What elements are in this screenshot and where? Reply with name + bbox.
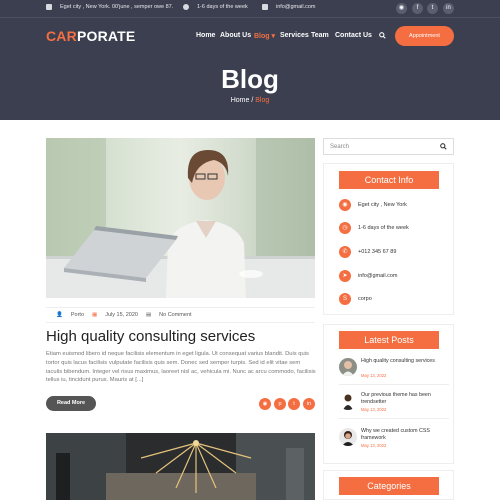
post-meta: 👤 Porto ▦ July 15, 2020 ▤ No Comment xyxy=(46,307,315,323)
post-title[interactable]: High quality consulting services xyxy=(46,328,255,345)
divider xyxy=(339,418,449,419)
comment-icon: ▤ xyxy=(145,312,152,318)
logo-accent: CAR xyxy=(46,28,77,44)
linkedin-icon[interactable]: in xyxy=(443,3,454,14)
hours-text: 1-6 days of the week xyxy=(197,4,248,10)
categories-heading: Categories xyxy=(339,477,439,495)
logo-rest: PORATE xyxy=(76,28,136,44)
post-featured-image-2[interactable] xyxy=(46,433,315,500)
contact-phone-text[interactable]: +012 345 67 89 xyxy=(358,249,396,255)
clock-icon: ◷ xyxy=(339,222,351,234)
sidebar-search-input[interactable]: Search xyxy=(323,138,454,155)
post-featured-image[interactable] xyxy=(46,138,315,298)
contact-email[interactable]: ➤ info@gmail.com xyxy=(339,270,398,282)
top-info-bar: Eget city , New York. 00'june , semper o… xyxy=(0,0,500,18)
share-rss-icon[interactable]: ◉ xyxy=(259,398,271,410)
page-title: Blog xyxy=(221,64,279,94)
mail-icon xyxy=(262,4,268,10)
email-text[interactable]: info@gmail.com xyxy=(276,4,316,10)
send-icon: ➤ xyxy=(339,270,351,282)
page-header: Eget city , New York. 00'june , semper o… xyxy=(0,0,500,120)
nav-about-us[interactable]: About Us xyxy=(220,32,251,39)
search-icon[interactable] xyxy=(379,32,386,39)
twitter-icon[interactable]: t xyxy=(427,3,438,14)
latest-post-thumbnail[interactable] xyxy=(339,392,357,410)
nav-contact-us[interactable]: Contact Us xyxy=(335,32,372,39)
post-date: July 15, 2020 xyxy=(105,312,138,318)
address-text: Eget city , New York. 00'june , semper o… xyxy=(60,4,174,10)
latest-post-item[interactable]: High quality consulting services May 13,… xyxy=(339,358,449,378)
contact-address: ◉ Eget city , New York xyxy=(339,199,407,211)
latest-post-item[interactable]: Why we created custom CSS framework May … xyxy=(339,428,449,448)
latest-post-date: May 13, 2022 xyxy=(361,373,387,378)
latest-post-title[interactable]: Why we created custom CSS framework xyxy=(361,428,451,442)
clock-icon xyxy=(183,4,189,10)
location-icon: ◉ xyxy=(339,199,351,211)
post-comments[interactable]: No Comment xyxy=(159,312,191,318)
contact-email-text[interactable]: info@gmail.com xyxy=(358,273,398,279)
share-twitter-icon[interactable]: t xyxy=(288,398,300,410)
logo[interactable]: CARPORATE xyxy=(46,28,135,44)
share-linkedin-icon[interactable]: in xyxy=(303,398,315,410)
phone-icon: ✆ xyxy=(339,246,351,258)
address-info: Eget city , New York. 00'june , semper o… xyxy=(46,4,173,10)
latest-post-thumbnail[interactable] xyxy=(339,358,357,376)
office-photo xyxy=(46,138,315,298)
contact-skype-text[interactable]: corpo xyxy=(358,296,372,302)
breadcrumb: Home / Blog xyxy=(0,97,500,104)
contact-address-text: Eget city , New York xyxy=(358,202,407,208)
contact-hours: ◷ 1-6 days of the week xyxy=(339,222,409,234)
search-icon[interactable] xyxy=(440,143,447,150)
breadcrumb-current: Blog xyxy=(255,97,270,104)
calendar-icon: ▦ xyxy=(92,312,98,318)
nav-blog[interactable]: Blog ▾ xyxy=(254,32,275,40)
hours-info: 1-6 days of the week xyxy=(183,4,248,10)
nav-services[interactable]: Services xyxy=(280,32,309,39)
email-info[interactable]: info@gmail.com xyxy=(262,4,316,10)
facebook-icon[interactable]: f xyxy=(412,3,423,14)
post-author[interactable]: Porto xyxy=(71,312,84,318)
nav-home[interactable]: Home xyxy=(196,32,215,39)
map-icon xyxy=(46,4,52,10)
latest-post-date: May 13, 2022 xyxy=(361,443,387,448)
contact-phone[interactable]: ✆ +012 345 67 89 xyxy=(339,246,396,258)
read-more-button[interactable]: Read More xyxy=(46,396,96,411)
author-icon: 👤 xyxy=(56,312,63,318)
latest-post-date: May 13, 2022 xyxy=(361,407,387,412)
contact-hours-text: 1-6 days of the week xyxy=(358,225,409,231)
post-excerpt: Etiam euismod libero id neque facilisis … xyxy=(46,351,316,384)
share-pinterest-icon[interactable]: p xyxy=(274,398,286,410)
latest-post-title[interactable]: High quality consulting services xyxy=(361,358,451,365)
skype-icon: S xyxy=(339,293,351,305)
divider xyxy=(339,384,449,385)
latest-posts-heading: Latest Posts xyxy=(339,331,439,349)
nav-team[interactable]: Team xyxy=(311,32,329,39)
breadcrumb-home[interactable]: Home xyxy=(231,97,250,104)
latest-post-item[interactable]: Our previous theme has been trendsetter … xyxy=(339,392,449,412)
appointment-button[interactable]: Appointment xyxy=(395,26,454,46)
latest-post-thumbnail[interactable] xyxy=(339,428,357,446)
rss-icon[interactable]: ◉ xyxy=(396,3,407,14)
contact-skype[interactable]: Scorpo xyxy=(339,293,372,305)
latest-post-title[interactable]: Our previous theme has been trendsetter xyxy=(361,392,451,406)
meeting-room-photo xyxy=(46,433,315,500)
contact-heading: Contact Info xyxy=(339,171,439,189)
